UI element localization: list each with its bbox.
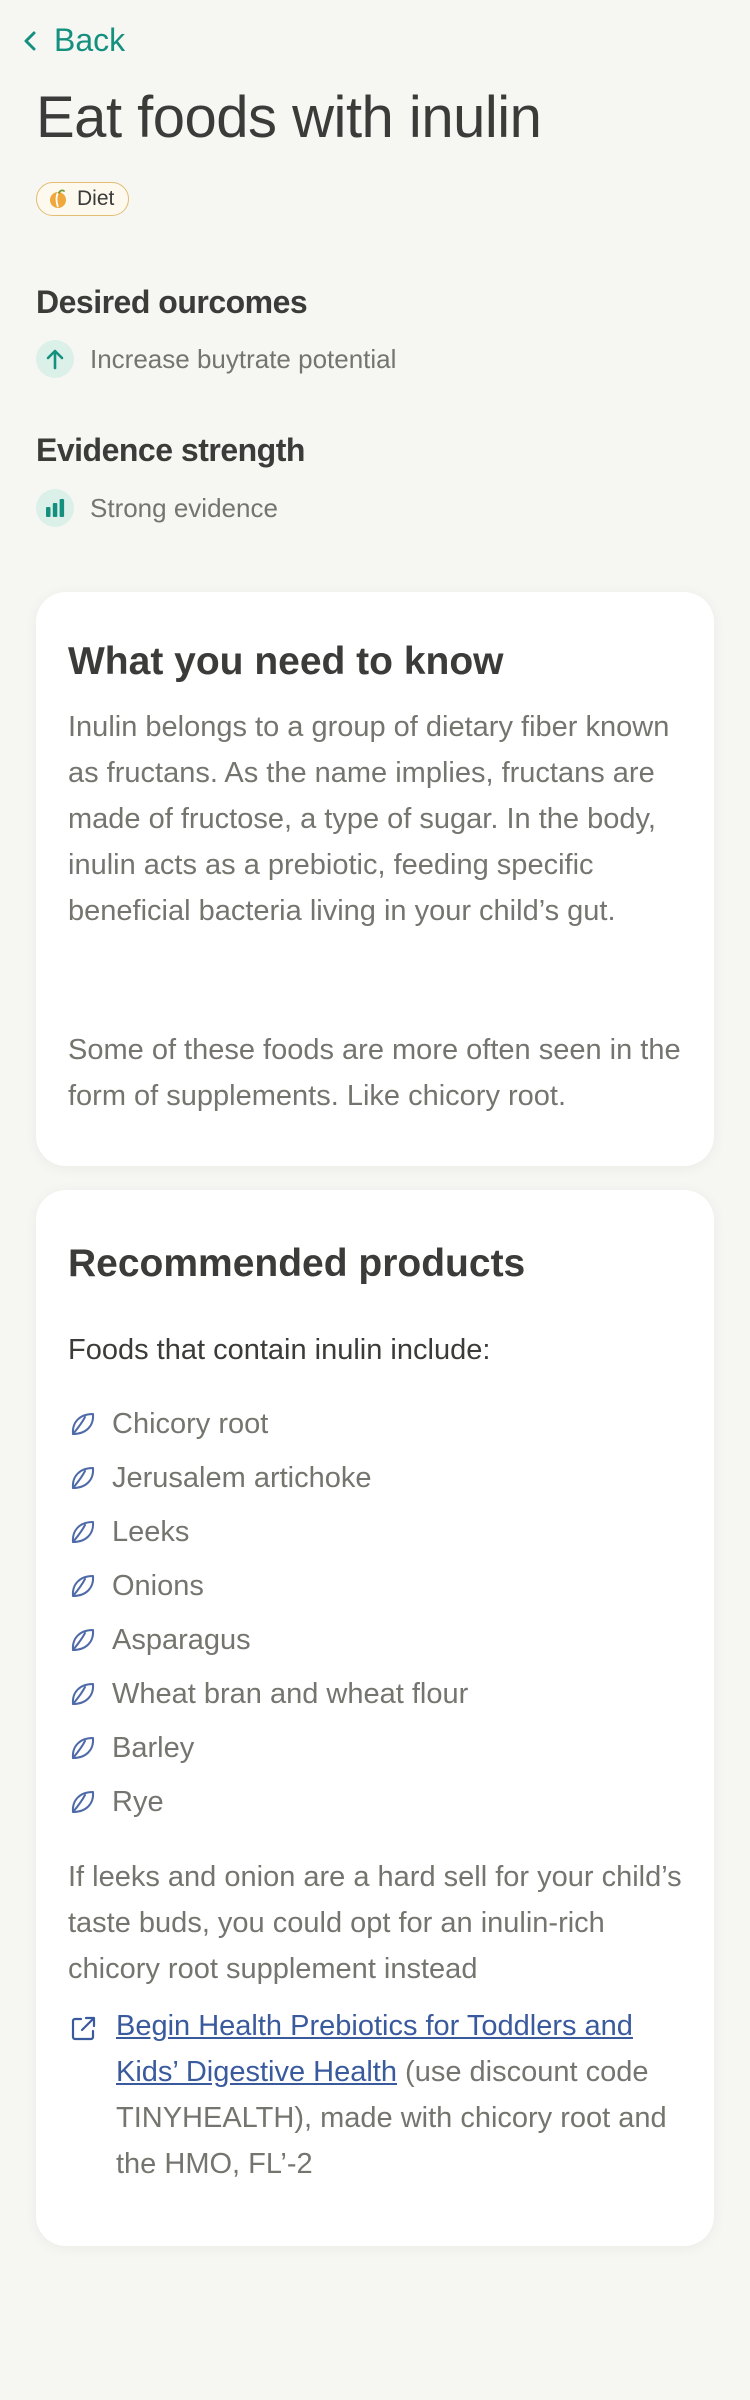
food-list-item: Asparagus [68, 1613, 468, 1667]
food-label: Leeks [112, 1515, 190, 1548]
page-title: Eat foods with inulin [36, 85, 542, 150]
leaf-icon [71, 1521, 95, 1543]
food-label: Chicory root [112, 1407, 269, 1440]
outcomes-heading: Desired ourcomes [36, 284, 308, 320]
food-label: Barley [112, 1731, 195, 1764]
food-label: Wheat bran and wheat flour [112, 1677, 469, 1710]
foods-lead: Foods that contain inulin include: [68, 1334, 491, 1366]
arrow-up-icon [46, 349, 64, 370]
outcome-icon-badge [36, 340, 74, 378]
category-tag: Diet [36, 182, 130, 216]
evidence-label: Strong evidence [90, 492, 278, 523]
supplement-note: If leeks and onion are a hard sell for y… [68, 1861, 682, 1985]
outcome-label: Increase buytrate potential [90, 343, 397, 374]
food-list-item: Chicory root [68, 1397, 468, 1451]
evidence-item: Strong evidence [36, 489, 278, 527]
leaf-icon [71, 1737, 95, 1759]
leaf-icon [71, 1413, 95, 1435]
food-list: Chicory root Jerusalem artichoke Leeks Onio… [68, 1397, 468, 1829]
signal-bars-icon [46, 499, 65, 517]
outcome-item: Increase buytrate potential [36, 340, 396, 378]
leaf-icon [71, 1467, 95, 1489]
food-list-item: Barley [68, 1721, 468, 1775]
food-list-item: Rye [68, 1775, 468, 1829]
diet-icon [50, 189, 66, 208]
recommended-products-heading: Recommended products [68, 1242, 526, 1285]
food-list-item: Jerusalem artichoke [68, 1451, 468, 1505]
leaf-icon [71, 1629, 95, 1651]
chevron-left-icon [24, 31, 36, 50]
need-to-know-paragraph-2: Some of these foods are more often seen … [68, 1034, 681, 1112]
evidence-icon-badge [36, 489, 74, 527]
leaf-icon [71, 1683, 95, 1705]
food-list-item: Onions [68, 1559, 468, 1613]
recommended-products-card: Recommended products Foods that contain … [36, 1190, 714, 2246]
tag-label: Diet [77, 187, 115, 210]
leaf-icon [71, 1575, 95, 1597]
need-to-know-card: What you need to know Inulin belongs to … [36, 592, 714, 1166]
food-label: Onions [112, 1569, 204, 1602]
food-label: Jerusalem artichoke [112, 1461, 372, 1494]
back-button[interactable]: Back [22, 22, 125, 59]
back-label: Back [54, 22, 126, 58]
need-to-know-heading: What you need to know [68, 640, 504, 683]
leaf-icon [71, 1791, 95, 1813]
food-label: Asparagus [112, 1623, 251, 1656]
food-list-item: Leeks [68, 1505, 468, 1559]
food-list-item: Wheat bran and wheat flour [68, 1667, 468, 1721]
product-link-paragraph: Begin Health Prebiotics for Toddlers and… [116, 2003, 676, 2187]
evidence-heading: Evidence strength [36, 432, 305, 468]
need-to-know-paragraph-1: Inulin belongs to a group of dietary fib… [68, 711, 670, 927]
external-link-icon [71, 2016, 96, 2041]
food-label: Rye [112, 1785, 164, 1818]
